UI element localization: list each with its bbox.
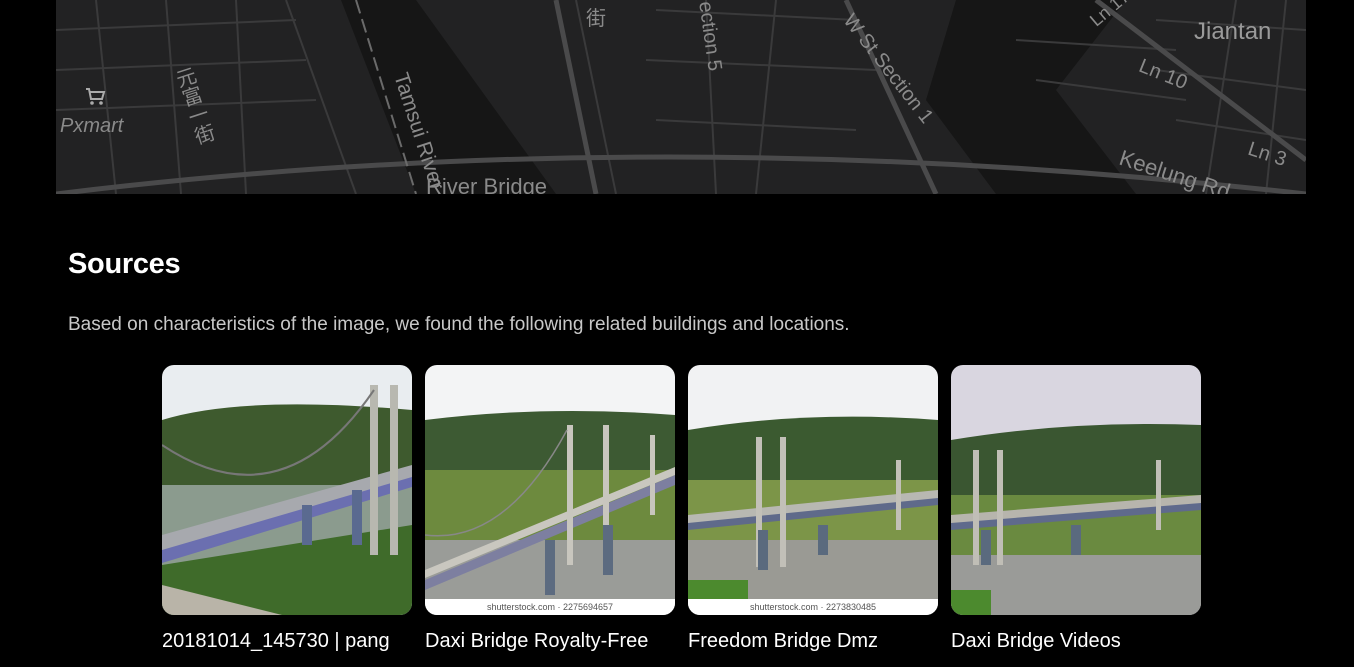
source-watermark: shutterstock.com · 2275694657 bbox=[425, 599, 675, 615]
source-card[interactable]: 20181014_145730 | pang bbox=[162, 365, 412, 653]
shopping-cart-icon[interactable] bbox=[84, 85, 106, 107]
map-label-jiantan: Jiantan bbox=[1194, 18, 1272, 45]
source-card-title[interactable]: Daxi Bridge Royalty-Free bbox=[425, 630, 675, 653]
source-card[interactable]: Daxi Bridge Videos bbox=[951, 365, 1201, 653]
source-card[interactable]: shutterstock.com · 2273830485 Freedom Br… bbox=[688, 365, 938, 653]
source-thumbnail[interactable] bbox=[162, 365, 412, 615]
sources-heading: Sources bbox=[68, 248, 181, 280]
sources-description: Based on characteristics of the image, w… bbox=[68, 314, 850, 335]
source-card-title[interactable]: Daxi Bridge Videos bbox=[951, 630, 1201, 653]
map-label-pxmart[interactable]: Pxmart bbox=[60, 115, 123, 138]
source-thumbnail[interactable] bbox=[951, 365, 1201, 615]
source-thumbnail[interactable]: shutterstock.com · 2273830485 bbox=[688, 365, 938, 615]
source-card-title[interactable]: Freedom Bridge Dmz bbox=[688, 630, 938, 653]
map-label-jie: 街 bbox=[586, 8, 606, 30]
map-label-river-bridge: River Bridge bbox=[426, 174, 548, 194]
source-cards: 20181014_145730 | pang shutterstock.com … bbox=[162, 365, 1201, 653]
source-watermark: shutterstock.com · 2273830485 bbox=[688, 599, 938, 615]
source-card-title[interactable]: 20181014_145730 | pang bbox=[162, 630, 412, 653]
source-thumbnail[interactable]: shutterstock.com · 2275694657 bbox=[425, 365, 675, 615]
source-card[interactable]: shutterstock.com · 2275694657 Daxi Bridg… bbox=[425, 365, 675, 653]
map-preview[interactable]: Tamsui River ection 5 W St Section 1 Jia… bbox=[56, 0, 1306, 194]
